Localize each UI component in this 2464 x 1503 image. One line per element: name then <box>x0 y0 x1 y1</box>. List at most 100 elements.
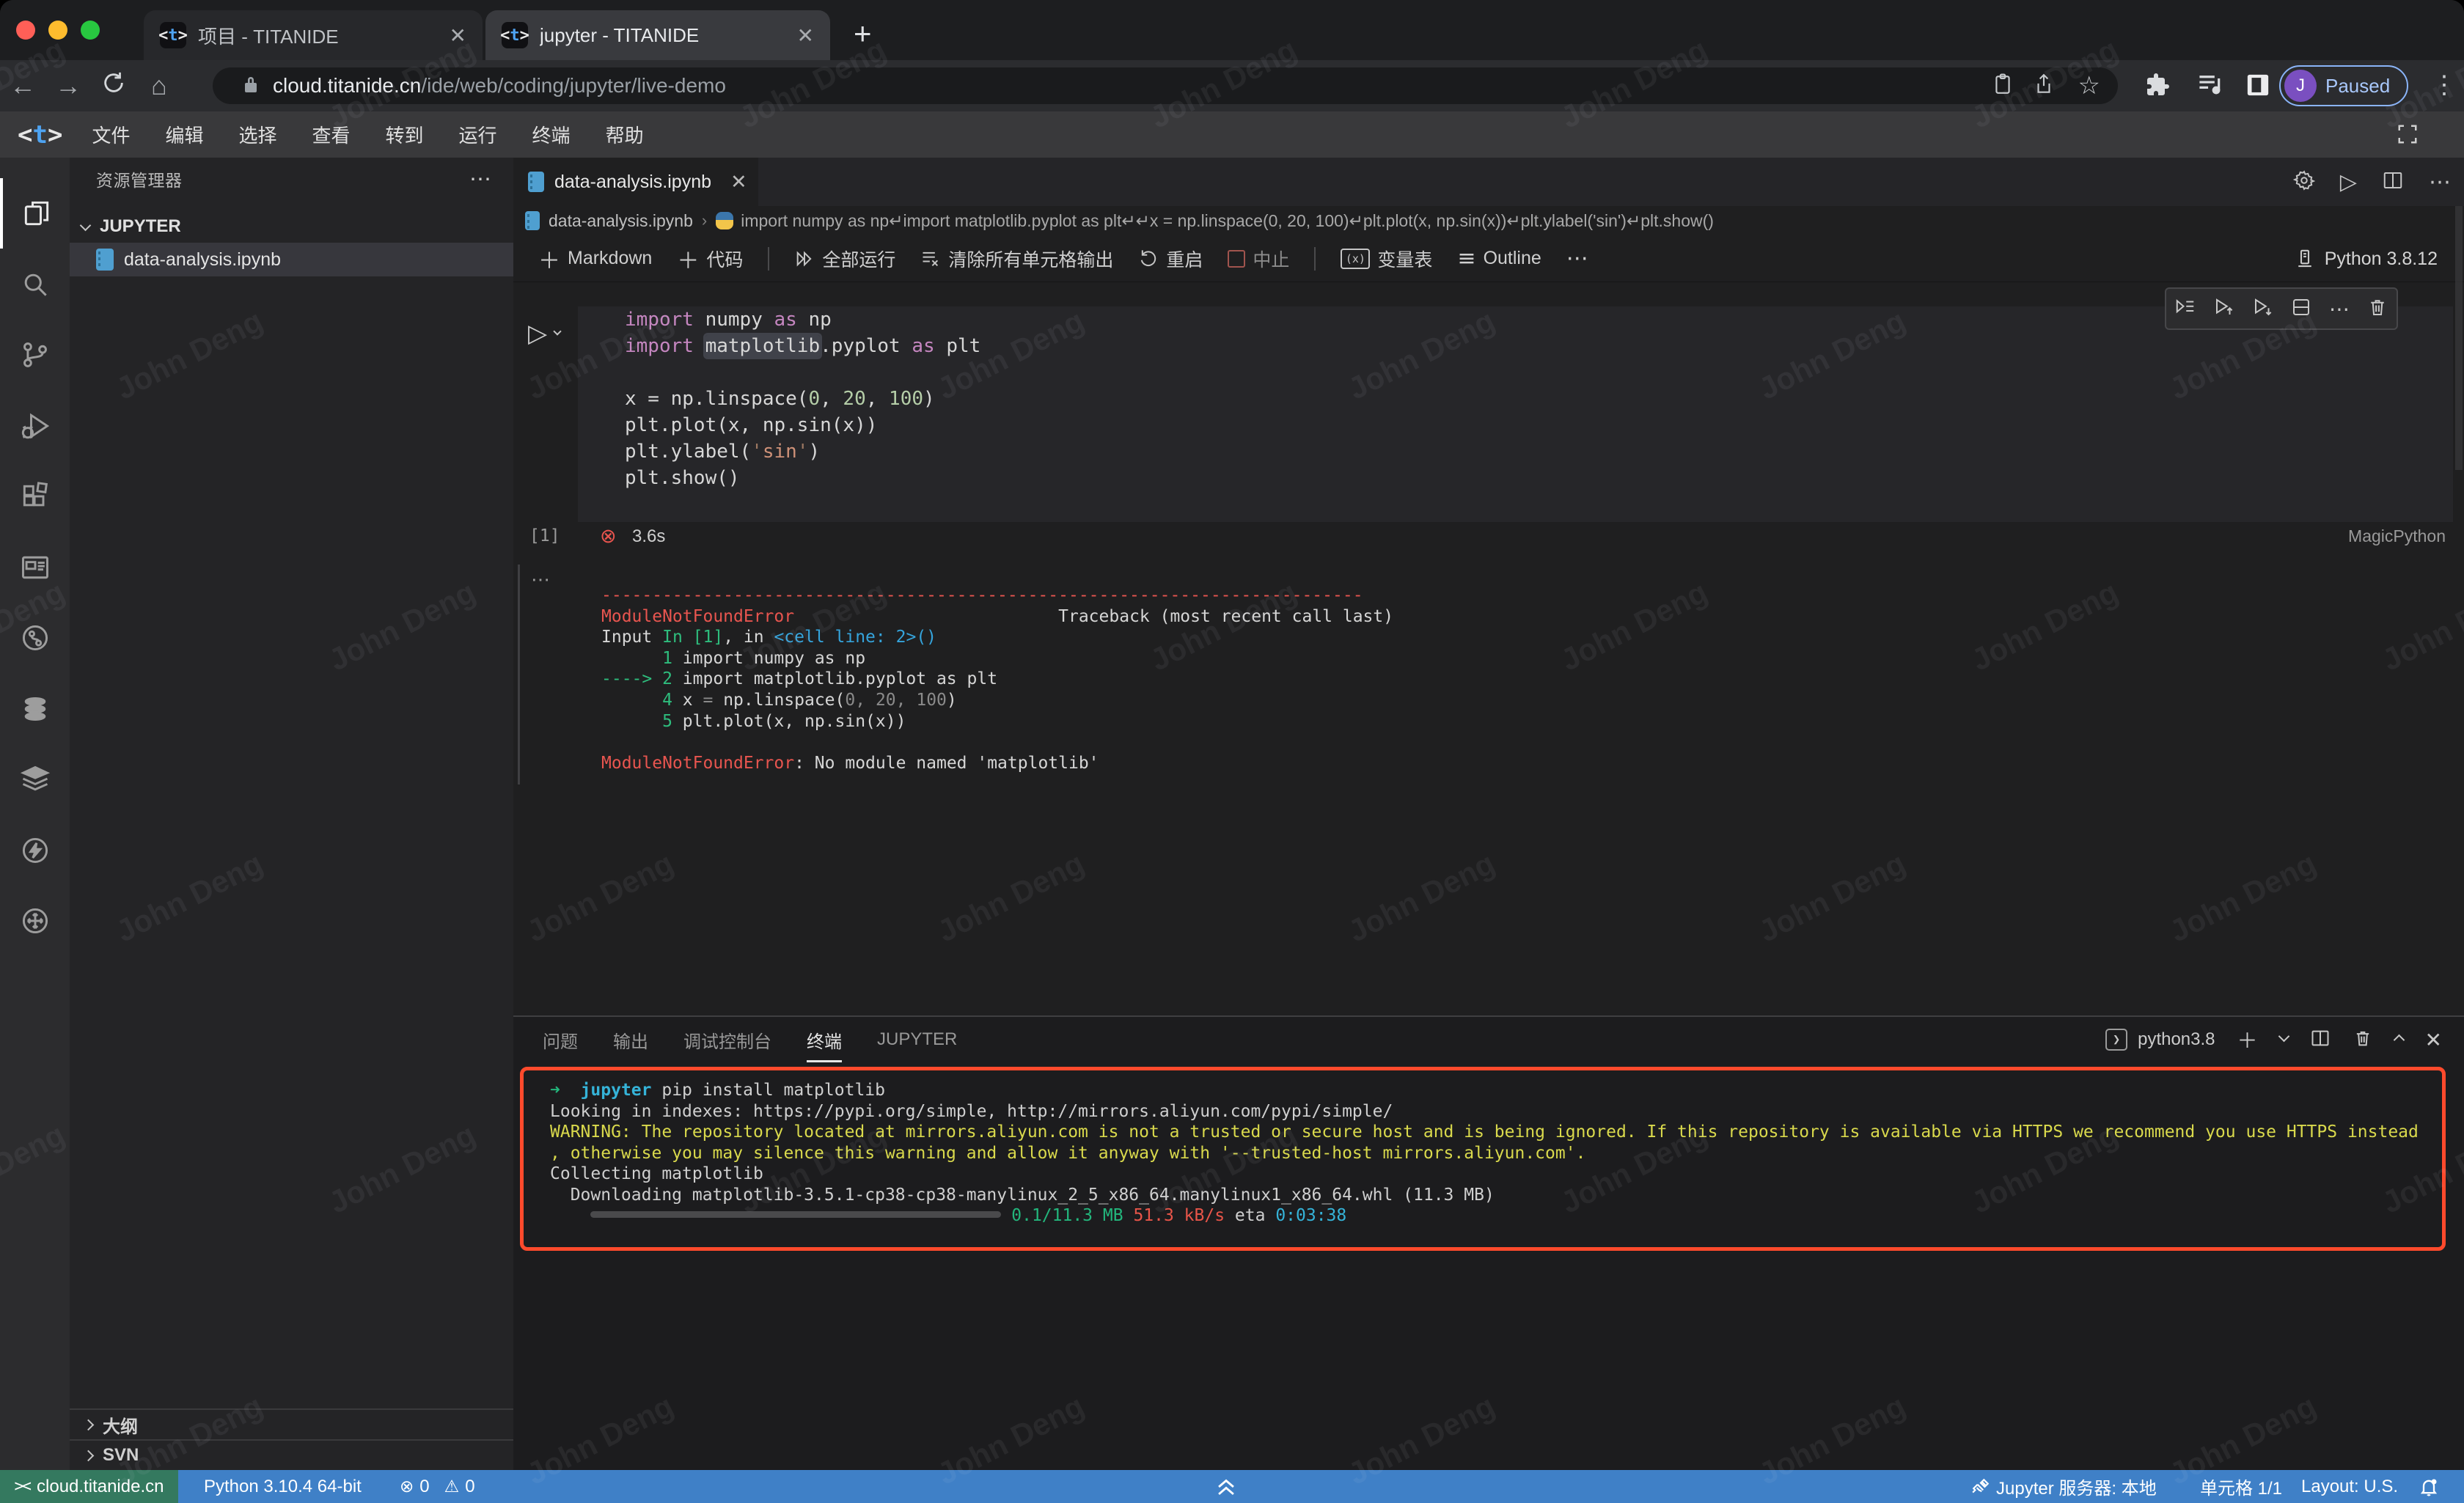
source-control-icon[interactable] <box>0 320 70 390</box>
remote-hub-icon[interactable] <box>0 886 70 956</box>
gitlens-icon[interactable] <box>0 603 70 673</box>
browser-tab-jupyter[interactable]: <t> jupyter - TITANIDE ✕ <box>485 10 830 60</box>
address-bar[interactable]: cloud.titanide.cn /ide/web/coding/jupyte… <box>213 67 2118 104</box>
kernel-picker[interactable]: Python 3.8.12 <box>2294 235 2438 282</box>
toolbar-more-icon[interactable]: ⋯ <box>1566 246 1588 271</box>
preview-window-icon[interactable] <box>0 532 70 603</box>
run-all-button[interactable]: 全部运行 <box>794 246 895 272</box>
add-code-button[interactable]: ＋代码 <box>677 243 743 275</box>
output-more-icon[interactable]: ⋯ <box>531 568 551 591</box>
explorer-section-jupyter[interactable]: JUPYTER <box>70 210 513 243</box>
keyboard-layout-status[interactable]: Layout: U.S. <box>2301 1470 2398 1503</box>
run-cell-button[interactable]: ▷ <box>528 321 560 346</box>
restart-kernel-button[interactable]: 重启 <box>1138 246 1203 272</box>
new-tab-button[interactable]: + <box>854 16 872 51</box>
terminal-picker[interactable]: ❯ python3.8 <box>2105 1029 2215 1051</box>
minimize-window-button[interactable] <box>48 21 67 40</box>
new-terminal-icon[interactable]: ＋ <box>2237 1025 2258 1054</box>
split-editor-icon[interactable] <box>2382 169 2404 195</box>
terminal-output[interactable]: ➜ jupyter pip install matplotlibLooking … <box>550 1080 2419 1227</box>
panel-tab-1[interactable]: 输出 <box>613 1017 648 1062</box>
terminal-dropdown-icon[interactable] <box>2280 1032 2288 1047</box>
close-panel-icon[interactable]: ✕ <box>2425 1028 2442 1052</box>
editor-scrollbar[interactable] <box>2455 206 2463 470</box>
breadcrumb[interactable]: data-analysis.ipynb › import numpy as np… <box>513 206 2464 235</box>
panel-tab-0[interactable]: 问题 <box>543 1017 578 1062</box>
close-window-button[interactable] <box>16 21 35 40</box>
forward-icon[interactable]: → <box>45 70 91 101</box>
zoom-window-button[interactable] <box>81 21 100 40</box>
share-icon[interactable] <box>2034 73 2053 99</box>
menu-item-0[interactable]: 文件 <box>74 121 147 148</box>
reading-list-icon[interactable] <box>1993 73 2012 99</box>
bookmark-star-icon[interactable]: ☆ <box>2078 71 2100 100</box>
panel-tab-3[interactable]: 终端 <box>807 1017 842 1062</box>
browser-menu-icon[interactable]: ⋮ <box>2432 70 2457 100</box>
split-terminal-icon[interactable] <box>2310 1028 2331 1052</box>
playlist-icon[interactable] <box>2196 71 2224 101</box>
editor-more-icon[interactable]: ⋯ <box>2429 169 2451 195</box>
back-icon[interactable]: ← <box>0 70 45 101</box>
maximize-panel-icon[interactable] <box>2395 1032 2403 1048</box>
execute-cell-and-below-icon[interactable] <box>2174 296 2196 322</box>
cell-toolbar: ⋯ <box>2165 287 2398 330</box>
interrupt-button[interactable]: 中止 <box>1228 246 1289 272</box>
side-panel-icon[interactable] <box>2245 73 2270 101</box>
notifications-bell-icon[interactable] <box>2419 1470 2439 1503</box>
run-cells-below-icon[interactable] <box>2252 296 2274 322</box>
database-icon[interactable] <box>0 674 70 744</box>
cell-more-icon[interactable]: ⋯ <box>2329 297 2350 321</box>
svn-section[interactable]: SVN <box>70 1439 513 1470</box>
close-tab-icon[interactable]: ✕ <box>797 23 814 48</box>
expand-panel-chevrons[interactable] <box>1214 1470 1239 1503</box>
browser-tab-project[interactable]: <t> 项目 - TITANIDE ✕ <box>144 10 483 60</box>
menu-item-6[interactable]: 终端 <box>515 121 588 148</box>
menu-item-5[interactable]: 运行 <box>441 121 515 148</box>
profile-status: Paused <box>2325 75 2390 98</box>
cell-code-editor[interactable]: import numpy as npimport matplotlib.pypl… <box>578 306 2453 522</box>
menu-item-4[interactable]: 转到 <box>368 121 441 148</box>
menu-item-1[interactable]: 编辑 <box>147 121 221 148</box>
chevron-right-icon <box>83 1449 95 1461</box>
kill-terminal-icon[interactable] <box>2353 1028 2373 1052</box>
fullscreen-icon[interactable] <box>2397 123 2419 149</box>
search-icon[interactable] <box>0 249 70 320</box>
close-editor-tab-icon[interactable]: ✕ <box>730 171 747 194</box>
cell-position-status[interactable]: 单元格 1/1 <box>2200 1470 2282 1503</box>
editor-tab-notebook[interactable]: data-analysis.ipynb ✕ <box>513 158 758 206</box>
menu-item-3[interactable]: 查看 <box>295 121 368 148</box>
home-icon[interactable]: ⌂ <box>136 70 182 101</box>
panel-tab-4[interactable]: JUPYTER <box>877 1017 957 1062</box>
cell-language-mode[interactable]: MagicPython <box>2348 526 2446 546</box>
reload-icon[interactable] <box>91 70 136 102</box>
layers-icon[interactable] <box>0 744 70 815</box>
extensions-icon[interactable] <box>0 461 70 532</box>
outline-button[interactable]: ≡ Outline <box>1457 246 1541 271</box>
python-interpreter-status[interactable]: Python 3.10.4 64-bit <box>204 1470 362 1503</box>
problems-status[interactable]: ⊗ 0 ⚠ 0 <box>400 1470 475 1503</box>
run-debug-icon[interactable] <box>0 391 70 461</box>
run-cells-above-icon[interactable] <box>2213 296 2235 322</box>
panel-tab-2[interactable]: 调试控制台 <box>683 1017 771 1062</box>
menu-item-7[interactable]: 帮助 <box>588 121 661 148</box>
lightning-icon[interactable] <box>0 815 70 886</box>
split-cell-icon[interactable] <box>2290 296 2312 322</box>
oline: Input In [1], in <cell line: 2>() <box>601 627 2449 648</box>
file-item-notebook[interactable]: data-analysis.ipynb <box>70 243 513 276</box>
notebook-settings-gear-icon[interactable] <box>2293 169 2315 195</box>
jupyter-server-status[interactable]: Jupyter 服务器: 本地 <box>1971 1470 2157 1503</box>
menu-item-2[interactable]: 选择 <box>221 121 294 148</box>
cell-error-icon: ⊗ <box>600 525 617 548</box>
outline-section[interactable]: 大纲 <box>70 1408 513 1439</box>
remote-indicator[interactable]: >< cloud.titanide.cn <box>0 1470 178 1503</box>
delete-cell-icon[interactable] <box>2366 296 2388 322</box>
browser-profile-button[interactable]: J Paused <box>2279 65 2408 106</box>
close-tab-icon[interactable]: ✕ <box>450 23 466 48</box>
variables-button[interactable]: (x) 变量表 <box>1341 246 1432 272</box>
add-markdown-button[interactable]: ＋Markdown <box>538 243 652 275</box>
run-all-icon[interactable]: ▷ <box>2340 169 2357 195</box>
clear-outputs-button[interactable]: 清除所有单元格输出 <box>920 246 1113 272</box>
extensions-puzzle-icon[interactable] <box>2145 71 2171 101</box>
files-icon[interactable] <box>0 178 70 249</box>
explorer-more-icon[interactable]: ⋯ <box>469 166 491 192</box>
